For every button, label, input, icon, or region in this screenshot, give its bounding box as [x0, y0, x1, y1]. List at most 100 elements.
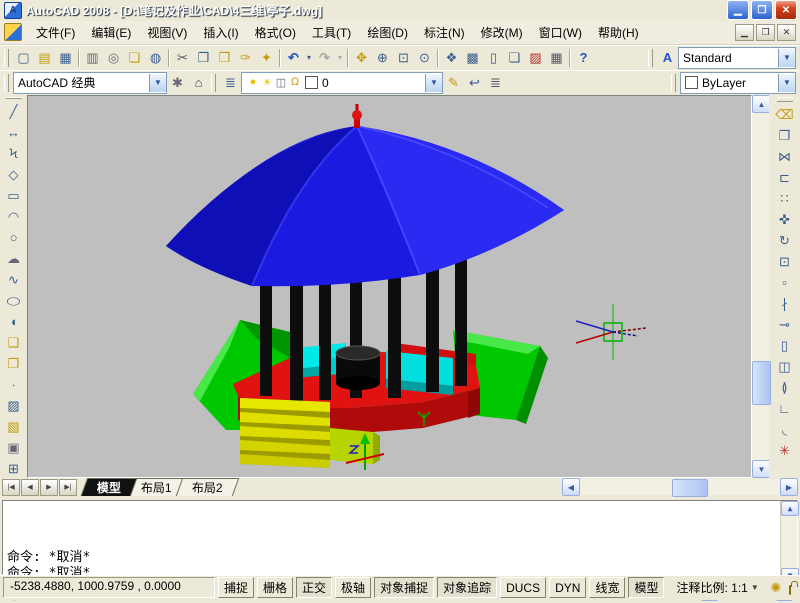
stretch-icon[interactable]: ▫	[774, 272, 795, 293]
block-editor-icon[interactable]: ✦	[256, 48, 277, 68]
menu-dimension[interactable]: 标注(N)	[416, 21, 473, 44]
annotation-scale[interactable]: 注释比例: 1:1 ▼	[676, 579, 758, 596]
scroll-up-icon[interactable]: ▲	[781, 501, 799, 516]
new-icon[interactable]: ▢	[13, 48, 34, 68]
array-icon[interactable]: ∷	[774, 188, 795, 209]
ellipse-arc-icon[interactable]: ◖	[3, 311, 24, 332]
revcloud-icon[interactable]: ☁	[3, 248, 24, 269]
layer-freeze-icon[interactable]: ☀	[260, 76, 274, 89]
toggle-lineweight[interactable]: 线宽	[589, 577, 625, 598]
tool-palettes-icon[interactable]: ▯	[483, 48, 504, 68]
text-style-icon[interactable]: A	[657, 48, 678, 68]
make-block-icon[interactable]: ❒	[3, 353, 24, 374]
extend-icon[interactable]: ⊸	[774, 314, 795, 335]
chevron-down-icon[interactable]: ▼	[778, 49, 795, 67]
point-icon[interactable]: ∙	[3, 374, 24, 395]
text-style-combo[interactable]: Standard ▼	[678, 47, 796, 69]
layer-properties-icon[interactable]: ≣	[220, 73, 241, 93]
explode-icon[interactable]: ✳	[774, 440, 795, 461]
toolbar-grip[interactable]	[671, 74, 676, 92]
open-icon[interactable]: ▤	[34, 48, 55, 68]
redo-dropdown-icon[interactable]: ▾	[335, 48, 345, 68]
vscroll-track[interactable]	[752, 113, 769, 460]
tab-layout2[interactable]: 布局2	[175, 478, 238, 496]
designcenter-icon[interactable]: ▩	[462, 48, 483, 68]
layer-lock-icon[interactable]: Ω	[288, 76, 302, 89]
undo-icon[interactable]: ↶	[283, 48, 304, 68]
tab-nav-first[interactable]: |◀	[2, 479, 20, 496]
mdi-close-icon[interactable]: ✕	[777, 24, 796, 41]
hatch-icon[interactable]: ▨	[3, 395, 24, 416]
toggle-model[interactable]: 模型	[628, 577, 664, 598]
quickcalc-icon[interactable]: ▦	[546, 48, 567, 68]
toolbar-grip[interactable]	[4, 49, 9, 67]
menu-view[interactable]: 视图(V)	[139, 21, 195, 44]
paste-icon[interactable]: ❒	[214, 48, 235, 68]
layer-on-icon[interactable]: ●	[246, 76, 260, 89]
redo-icon[interactable]: ↷	[314, 48, 335, 68]
arc-icon[interactable]: ◠	[3, 206, 24, 227]
properties-icon[interactable]: ❖	[441, 48, 462, 68]
publish-icon[interactable]: ❏	[124, 48, 145, 68]
hscroll-thumb[interactable]	[672, 479, 708, 497]
toggle-dyn[interactable]: DYN	[549, 577, 586, 598]
toolbar-grip[interactable]	[6, 97, 22, 99]
scroll-left-icon[interactable]: ◀	[562, 478, 580, 496]
mirror-icon[interactable]: ⋈	[774, 146, 795, 167]
line-icon[interactable]: ╱	[3, 101, 24, 122]
sheet-set-manager-icon[interactable]: ❏	[504, 48, 525, 68]
menu-draw[interactable]: 绘图(D)	[359, 21, 416, 44]
circle-icon[interactable]: ○	[3, 227, 24, 248]
minimize-button[interactable]: ▁	[727, 0, 749, 20]
menu-tools[interactable]: 工具(T)	[304, 21, 359, 44]
layer-states-icon[interactable]: ≣	[485, 73, 506, 93]
match-properties-icon[interactable]: ✑	[235, 48, 256, 68]
annotation-visibility-icon[interactable]: ✺	[767, 580, 785, 596]
color-combo[interactable]: ByLayer ▼	[680, 72, 796, 94]
break-at-point-icon[interactable]: ▯	[774, 335, 795, 356]
mdi-restore-icon[interactable]: ❐	[756, 24, 775, 41]
toggle-grid[interactable]: 栅格	[257, 577, 293, 598]
erase-icon[interactable]: ⌫	[774, 104, 795, 125]
table-icon[interactable]: ⊞	[3, 458, 24, 479]
coordinate-readout[interactable]: -5238.4880, 1000.9759 , 0.0000	[3, 577, 215, 598]
toolbar-grip[interactable]	[648, 49, 653, 67]
close-button[interactable]: ✕	[775, 0, 797, 20]
toggle-ducs[interactable]: DUCS	[500, 577, 546, 598]
vscroll-thumb[interactable]	[752, 361, 771, 405]
tab-nav-last[interactable]: ▶|	[59, 479, 77, 496]
toolbar-grip[interactable]	[211, 74, 216, 92]
copy-object-icon[interactable]: ❐	[774, 125, 795, 146]
menu-edit[interactable]: 编辑(E)	[83, 21, 139, 44]
hscroll-track[interactable]	[580, 479, 780, 495]
construction-line-icon[interactable]: ↔	[3, 122, 24, 143]
help-icon[interactable]: ?	[573, 48, 594, 68]
region-icon[interactable]: ▣	[3, 437, 24, 458]
toggle-osnap[interactable]: 对象捕捉	[374, 577, 434, 598]
cut-icon[interactable]: ✂	[172, 48, 193, 68]
drawing-viewport[interactable]	[27, 95, 752, 478]
plot-icon[interactable]: ▥	[82, 48, 103, 68]
chamfer-icon[interactable]: ∟	[774, 398, 795, 419]
zoom-window-icon[interactable]: ⊡	[393, 48, 414, 68]
menu-insert[interactable]: 插入(I)	[195, 21, 246, 44]
toggle-ortho[interactable]: 正交	[296, 577, 332, 598]
rotate-icon[interactable]: ↻	[774, 230, 795, 251]
menu-file[interactable]: 文件(F)	[28, 21, 83, 44]
toolbar-grip[interactable]	[4, 74, 9, 92]
rectangle-icon[interactable]: ▭	[3, 185, 24, 206]
toggle-polar[interactable]: 极轴	[335, 577, 371, 598]
menu-help[interactable]: 帮助(H)	[590, 21, 647, 44]
workspace-combo[interactable]: AutoCAD 经典 ▼	[13, 72, 167, 94]
offset-icon[interactable]: ⊏	[774, 167, 795, 188]
scroll-right-icon[interactable]: ▶	[780, 478, 798, 496]
save-icon[interactable]: ▦	[55, 48, 76, 68]
scale-icon[interactable]: ⊡	[774, 251, 795, 272]
mdi-minimize-icon[interactable]: ▁	[735, 24, 754, 41]
plot-preview-icon[interactable]: ◎	[103, 48, 124, 68]
ellipse-icon[interactable]: ◯	[3, 294, 24, 307]
chevron-down-icon[interactable]: ▼	[149, 74, 166, 92]
move-icon[interactable]: ✜	[774, 209, 795, 230]
polyline-icon[interactable]: Ϟ	[3, 143, 24, 164]
layer-combo[interactable]: ●☀◫Ω 0 ▼	[241, 72, 443, 94]
